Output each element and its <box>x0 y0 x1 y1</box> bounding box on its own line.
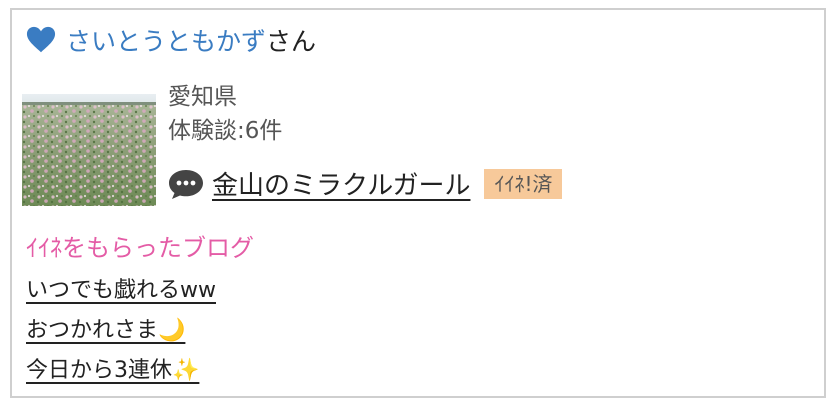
blog-link[interactable]: おつかれさま🌙 <box>26 318 185 343</box>
user-card: さいとうともかず さん 愛知県 体験談:6件 金山のミラクルガール ｲｲﾈ!済 … <box>10 8 826 398</box>
story-title-link[interactable]: 金山のミラクルガール <box>212 165 470 202</box>
experience-count: 体験談:6件 <box>168 118 283 144</box>
list-item: おつかれさま🌙 <box>26 312 216 352</box>
heart-icon <box>26 26 56 53</box>
list-item: 今日から3連休✨ <box>26 352 216 392</box>
prefecture-text: 愛知県 <box>168 84 237 110</box>
username-suffix: さん <box>266 27 317 56</box>
user-photo[interactable] <box>22 94 156 206</box>
profile-info: 愛知県 体験談:6件 <box>168 80 282 148</box>
field-photo-image <box>22 94 156 206</box>
liked-blogs-heading: ｲｲﾈをもらったブログ <box>26 234 254 262</box>
username-link[interactable]: さいとうともかず <box>66 22 266 58</box>
liked-blogs-list: いつでも戯れるww おつかれさま🌙 今日から3連休✨ <box>26 272 216 392</box>
blog-link[interactable]: いつでも戯れるww <box>26 278 216 303</box>
speech-bubble-icon <box>169 169 203 199</box>
liked-badge: ｲｲﾈ!済 <box>484 168 563 199</box>
story-row: 金山のミラクルガール ｲｲﾈ!済 <box>168 165 563 202</box>
user-header: さいとうともかず さん <box>26 22 316 58</box>
blog-link[interactable]: 今日から3連休✨ <box>26 358 199 383</box>
list-item: いつでも戯れるww <box>26 272 216 312</box>
